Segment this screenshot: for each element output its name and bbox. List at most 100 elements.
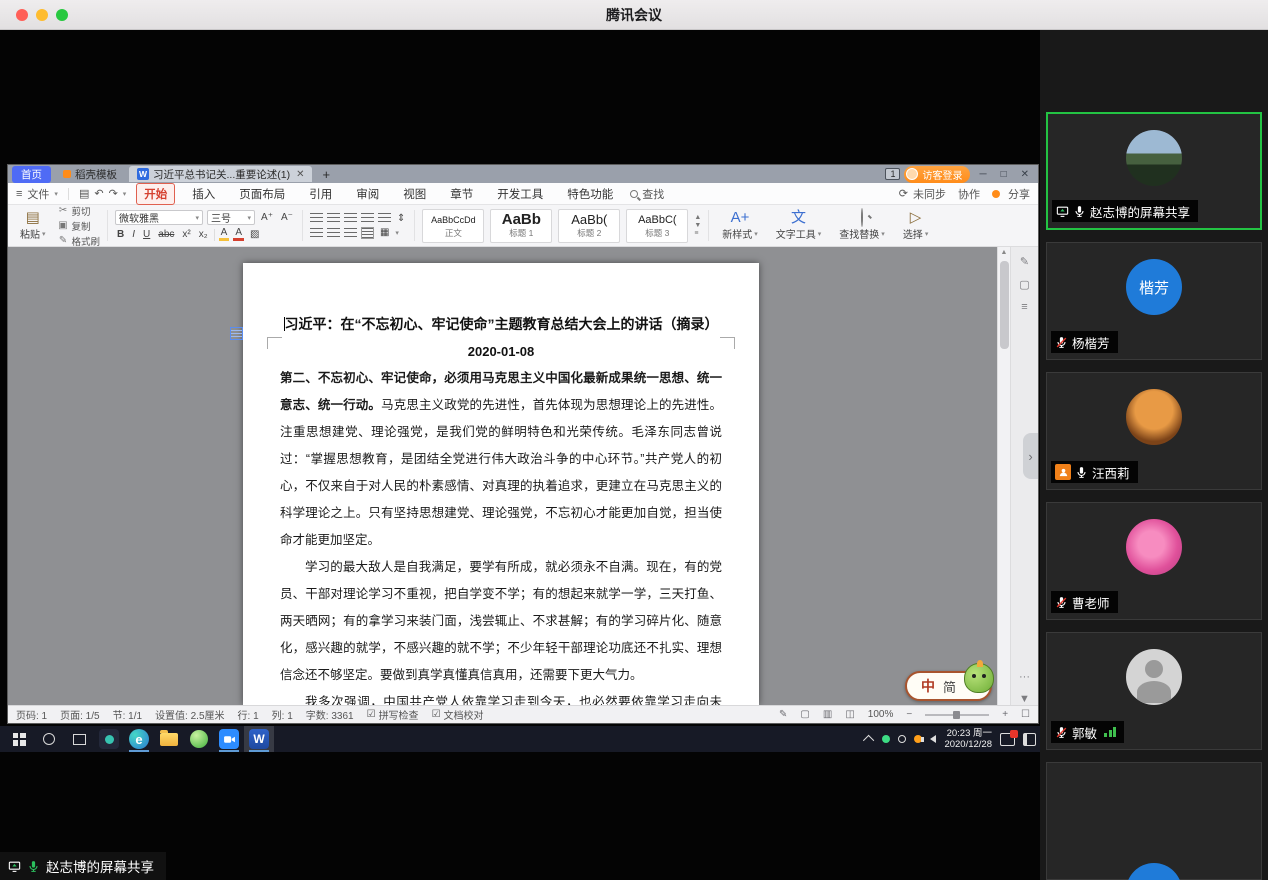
taskbar-app-meeting[interactable] xyxy=(214,726,244,752)
scroll-down-icon[interactable]: ▼ xyxy=(1019,693,1030,705)
ime-indicator[interactable]: 中 简 xyxy=(905,671,992,701)
format-painter-button[interactable]: ✎ 格式刷 xyxy=(58,234,101,248)
taskbar-app-word[interactable]: W xyxy=(244,726,274,752)
taskbar-app-edge[interactable]: e xyxy=(124,726,154,752)
shading-button[interactable]: ▨ xyxy=(248,229,261,240)
zoom-out-button[interactable]: − xyxy=(906,709,912,720)
new-tab-button[interactable]: + xyxy=(316,167,336,182)
highlight-color-button[interactable]: A xyxy=(219,228,230,241)
align-center-icon[interactable] xyxy=(327,213,340,223)
outline-view-icon[interactable]: ◫ xyxy=(845,709,854,720)
participant-tile[interactable]: 汪西莉 xyxy=(1046,372,1262,490)
taskbar-clock[interactable]: 20:23 周一 2020/12/28 xyxy=(944,728,992,750)
proofing-toggle[interactable]: ☑ 文档校对 xyxy=(432,707,484,722)
participant-tile[interactable]: 郭敏 xyxy=(1046,632,1262,750)
save-icon[interactable]: ▤ xyxy=(79,187,89,200)
vertical-scrollbar[interactable]: ▲ xyxy=(997,247,1010,705)
bold-button[interactable]: B xyxy=(115,229,126,240)
message-tray-icon[interactable] xyxy=(1000,733,1015,746)
styles-up-icon[interactable]: ▲ xyxy=(694,214,701,221)
grow-font-button[interactable]: A⁺ xyxy=(259,212,275,223)
select-button[interactable]: ▷ 选择 ▾ xyxy=(897,210,935,241)
task-view-button[interactable] xyxy=(64,726,94,752)
window-minimize-icon[interactable]: ─ xyxy=(974,169,991,180)
scrollbar-thumb[interactable] xyxy=(1000,261,1009,349)
action-center-icon[interactable] xyxy=(1023,733,1036,746)
align-left-icon[interactable] xyxy=(310,213,323,223)
copy-button[interactable]: ▣ 复制 xyxy=(58,219,101,233)
style-heading1[interactable]: AaBb 标题 1 xyxy=(490,209,552,243)
menu-tab-insert[interactable]: 插入 xyxy=(185,184,222,204)
number-list-icon[interactable] xyxy=(327,228,340,238)
document-page[interactable]: 习近平：在“不忘初心、牢记使命”主题教育总结大会上的讲话（摘录） 2020-01… xyxy=(243,263,759,705)
outdent-icon[interactable] xyxy=(344,228,357,238)
shrink-font-button[interactable]: A⁻ xyxy=(279,212,295,223)
share-button[interactable]: 分享 xyxy=(992,186,1030,202)
taskbar-file-explorer[interactable] xyxy=(154,726,184,752)
participant-tile[interactable] xyxy=(1046,762,1262,880)
tray-status-icon[interactable] xyxy=(882,735,890,743)
sync-status[interactable]: ⟳ 未同步 xyxy=(899,186,946,202)
menu-tab-layout[interactable]: 页面布局 xyxy=(232,184,292,204)
page-view-icon[interactable]: ▢ xyxy=(800,709,809,720)
cut-button[interactable]: ✂ 剪切 xyxy=(58,204,101,218)
guest-login-button[interactable]: 访客登录 xyxy=(904,166,970,183)
search-button[interactable] xyxy=(34,726,64,752)
zoom-in-button[interactable]: + xyxy=(1002,709,1008,720)
zoom-slider[interactable] xyxy=(925,714,989,716)
styles-menu-icon[interactable]: ≡ xyxy=(694,230,701,237)
outline-icon[interactable]: ≡ xyxy=(1021,301,1027,313)
sidebar-expand-handle[interactable]: › xyxy=(1023,433,1038,479)
style-heading2[interactable]: AaBb( 标题 2 xyxy=(558,209,620,243)
font-size-select[interactable]: 三号 ▾ xyxy=(207,210,255,225)
font-color-button[interactable]: A xyxy=(233,228,244,241)
menu-tab-devtools[interactable]: 开发工具 xyxy=(490,184,550,204)
find-replace-button[interactable]: 查找替换 ▾ xyxy=(833,210,891,241)
subscript-button[interactable]: x₂ xyxy=(197,229,210,240)
mac-close-button[interactable] xyxy=(16,9,28,21)
spell-check-toggle[interactable]: ☑ 拼写检查 xyxy=(367,707,419,722)
tab-document[interactable]: W 习近平总书记关...重要论述(1) ✕ xyxy=(129,166,312,182)
menu-tab-references[interactable]: 引用 xyxy=(302,184,339,204)
file-menu[interactable]: ≡ 文件 ▾ xyxy=(16,186,58,202)
participant-tile-screenshare[interactable]: 赵志博的屏幕共享 xyxy=(1046,112,1262,230)
strikethrough-button[interactable]: abc xyxy=(156,229,176,240)
font-name-select[interactable]: 微软雅黑 ▾ xyxy=(115,210,203,225)
underline-button[interactable]: U xyxy=(141,229,152,240)
window-close-icon[interactable]: ✕ xyxy=(1016,169,1034,180)
styles-down-icon[interactable]: ▼ xyxy=(694,222,701,229)
web-view-icon[interactable]: ▥ xyxy=(823,709,832,720)
volume-icon[interactable] xyxy=(930,735,936,743)
paste-button[interactable]: ▤ 粘贴 ▾ xyxy=(14,210,52,241)
style-normal[interactable]: AaBbCcDd 正文 xyxy=(422,209,484,243)
indent-icon[interactable] xyxy=(378,213,391,223)
participant-tile[interactable]: 曹老师 xyxy=(1046,502,1262,620)
shading-fill-button[interactable]: ▦ xyxy=(378,227,391,238)
new-style-button[interactable]: A+ 新样式 ▾ xyxy=(716,210,764,241)
tray-app-icon[interactable] xyxy=(898,735,906,743)
ribbon-search[interactable]: 查找 xyxy=(630,186,664,202)
sheet-icon[interactable]: ▢ xyxy=(1019,278,1029,291)
zoom-level[interactable]: 100% xyxy=(868,709,894,720)
menu-tab-section[interactable]: 章节 xyxy=(443,184,480,204)
tab-templates[interactable]: 稻壳模板 xyxy=(55,166,125,182)
taskbar-app-1[interactable] xyxy=(94,726,124,752)
text-tool-button[interactable]: 文 文字工具 ▾ xyxy=(770,210,828,241)
window-maximize-icon[interactable]: □ xyxy=(996,169,1012,180)
taskbar-app-browser[interactable] xyxy=(184,726,214,752)
panel-count-badge[interactable]: 1 xyxy=(885,168,900,180)
undo-icon[interactable]: ↶ xyxy=(94,187,103,200)
pen-icon[interactable]: ✎ xyxy=(1020,255,1029,268)
scroll-up-icon[interactable]: ▲ xyxy=(1001,247,1008,259)
menu-tab-review[interactable]: 审阅 xyxy=(349,184,386,204)
collaborate-button[interactable]: 协作 xyxy=(958,186,980,202)
zoom-slider-thumb[interactable] xyxy=(953,711,960,719)
redo-icon[interactable]: ↷ xyxy=(109,187,118,200)
style-heading3[interactable]: AaBbC( 标题 3 xyxy=(626,209,688,243)
italic-button[interactable]: I xyxy=(130,229,137,240)
participant-tile[interactable]: 楷芳 杨楷芳 xyxy=(1046,242,1262,360)
borders-icon[interactable] xyxy=(361,227,374,239)
tray-expand-icon[interactable] xyxy=(863,735,874,746)
align-right-icon[interactable] xyxy=(344,213,357,223)
menu-tab-home[interactable]: 开始 xyxy=(136,183,175,205)
